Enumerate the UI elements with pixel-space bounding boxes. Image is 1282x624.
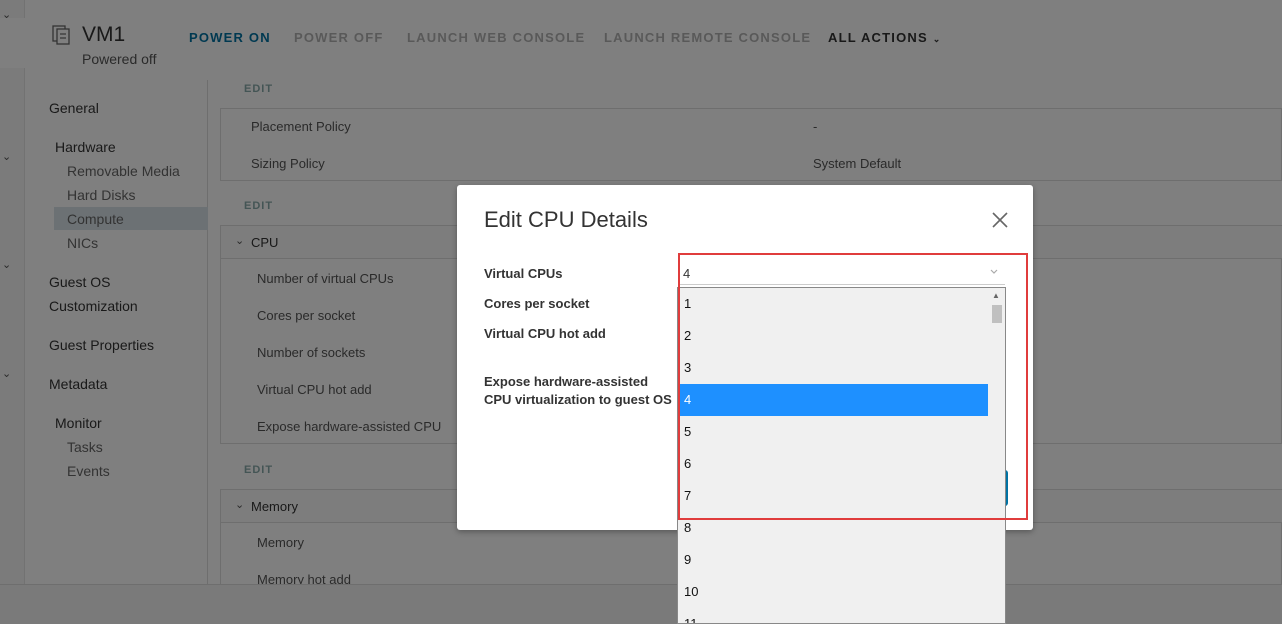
- option-7[interactable]: 7: [678, 480, 989, 512]
- option-6[interactable]: 6: [678, 448, 989, 480]
- expose-hw-label-line1: Expose hardware-assisted: [484, 374, 649, 389]
- option-9[interactable]: 9: [678, 544, 989, 576]
- option-2[interactable]: 2: [678, 320, 989, 352]
- option-10[interactable]: 10: [678, 576, 989, 608]
- dropdown-scrollbar[interactable]: ▲: [988, 288, 1005, 623]
- scrollbar-thumb[interactable]: [992, 305, 1002, 323]
- virtual-cpus-value: 4: [683, 266, 691, 281]
- option-1[interactable]: 1: [678, 288, 989, 320]
- virtual-cpus-dropdown[interactable]: 1 2 3 4 5 6 7 8 9 10 11 ▲: [677, 287, 1006, 624]
- cores-per-socket-label: Cores per socket: [484, 296, 590, 311]
- vcpu-hot-add-label: Virtual CPU hot add: [484, 326, 606, 341]
- option-4-selected[interactable]: 4: [678, 384, 989, 416]
- close-icon[interactable]: [991, 211, 1009, 229]
- virtual-cpus-select[interactable]: 4: [679, 263, 1005, 285]
- expose-hw-label-line2: CPU virtualization to guest OS: [484, 392, 672, 407]
- dialog-title: Edit CPU Details: [484, 207, 648, 232]
- option-11[interactable]: 11: [678, 608, 989, 623]
- virtual-cpus-label: Virtual CPUs: [484, 266, 563, 281]
- chevron-down-icon: [990, 269, 998, 274]
- option-8[interactable]: 8: [678, 512, 989, 544]
- option-3[interactable]: 3: [678, 352, 989, 384]
- option-5[interactable]: 5: [678, 416, 989, 448]
- scroll-up-arrow-icon[interactable]: ▲: [992, 291, 1000, 300]
